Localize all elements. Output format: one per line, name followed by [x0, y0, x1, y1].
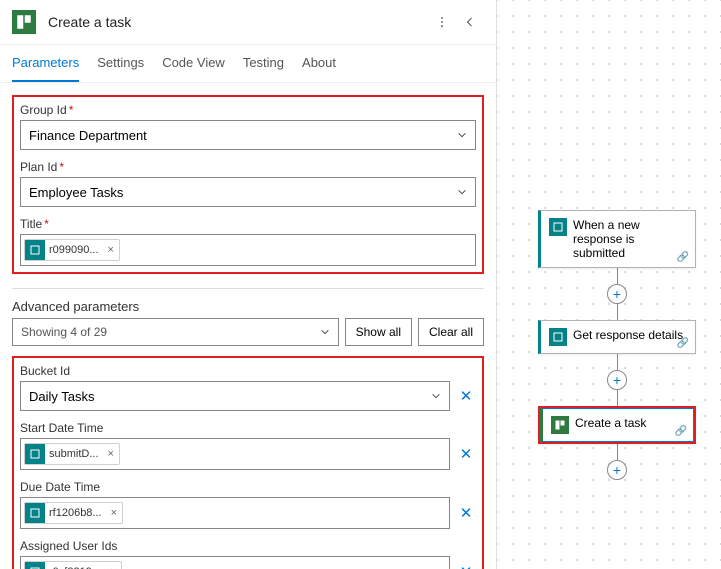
planner-icon: [12, 10, 36, 34]
assigned-users-label: Assigned User Ids: [20, 539, 476, 553]
forms-icon: [549, 218, 567, 236]
forms-icon: [25, 240, 45, 260]
highlight-box-2: Bucket Id Daily Tasks ✕ Start Date Time …: [12, 356, 484, 569]
forms-icon: [549, 328, 567, 346]
bucket-id-label: Bucket Id: [20, 364, 476, 378]
bucket-id-select[interactable]: Daily Tasks: [20, 381, 450, 411]
flow-step-label: When a new response is submitted: [573, 218, 687, 260]
add-step-button[interactable]: +: [607, 284, 627, 304]
more-button[interactable]: [428, 8, 456, 36]
collapse-button[interactable]: [456, 8, 484, 36]
start-date-token[interactable]: submitD... ×: [24, 443, 120, 465]
tab-about[interactable]: About: [302, 55, 336, 82]
assigned-users-token[interactable]: r0cf8219... ×: [24, 561, 122, 569]
start-date-input[interactable]: submitD... ×: [20, 438, 450, 470]
add-step-button[interactable]: +: [607, 370, 627, 390]
forms-icon: [25, 562, 45, 569]
chevron-down-icon: [320, 327, 330, 337]
plan-id-select[interactable]: Employee Tasks: [20, 177, 476, 207]
connector: [617, 304, 618, 320]
flow-step-create-task-selected[interactable]: Create a task 🔗: [538, 406, 696, 444]
start-date-label: Start Date Time: [20, 421, 476, 435]
highlight-box-1: Group Id* Finance Department Plan Id* Em…: [12, 95, 484, 274]
forms-icon: [25, 444, 45, 464]
canvas[interactable]: When a new response is submitted 🔗 + Get…: [497, 0, 721, 569]
tab-parameters[interactable]: Parameters: [12, 55, 79, 82]
chevron-down-icon: [457, 130, 467, 140]
link-icon: 🔗: [677, 338, 689, 349]
assigned-users-input[interactable]: r0cf8219... × ;: [20, 556, 450, 569]
token-suffix: ;: [126, 565, 130, 569]
forms-icon: [25, 503, 45, 523]
token-remove[interactable]: ×: [103, 244, 119, 256]
link-icon: 🔗: [675, 426, 687, 437]
clear-due-date[interactable]: ✕: [456, 504, 476, 522]
tab-settings[interactable]: Settings: [97, 55, 144, 82]
connector: [617, 444, 618, 460]
chevron-down-icon: [457, 187, 467, 197]
clear-start-date[interactable]: ✕: [456, 445, 476, 463]
title-input[interactable]: r099090... ×: [20, 234, 476, 266]
token-remove[interactable]: ×: [106, 507, 122, 519]
flow-step-trigger[interactable]: When a new response is submitted 🔗: [538, 210, 696, 268]
clear-assigned-users[interactable]: ✕: [456, 563, 476, 569]
title-token[interactable]: r099090... ×: [24, 239, 120, 261]
advanced-select[interactable]: Showing 4 of 29: [12, 318, 339, 346]
due-date-input[interactable]: rf1206b8... ×: [20, 497, 450, 529]
flow-step-label: Get response details: [573, 328, 683, 342]
connector: [617, 354, 618, 370]
due-date-token[interactable]: rf1206b8... ×: [24, 502, 123, 524]
link-icon: 🔗: [677, 252, 689, 263]
panel-header: Create a task: [0, 0, 496, 45]
group-id-label: Group Id*: [20, 103, 476, 117]
group-id-select[interactable]: Finance Department: [20, 120, 476, 150]
plan-id-label: Plan Id*: [20, 160, 476, 174]
divider: [12, 288, 484, 289]
tab-testing[interactable]: Testing: [243, 55, 284, 82]
tab-code-view[interactable]: Code View: [162, 55, 225, 82]
flow-step-get-response[interactable]: Get response details 🔗: [538, 320, 696, 354]
planner-icon: [551, 416, 569, 434]
advanced-label: Advanced parameters: [12, 299, 484, 314]
panel-title: Create a task: [48, 14, 428, 30]
clear-bucket-id[interactable]: ✕: [456, 387, 476, 405]
token-remove[interactable]: ×: [103, 448, 119, 460]
clear-all-button[interactable]: Clear all: [418, 318, 484, 346]
add-step-button[interactable]: +: [607, 460, 627, 480]
flow-step-label: Create a task: [575, 416, 646, 434]
show-all-button[interactable]: Show all: [345, 318, 412, 346]
chevron-down-icon: [431, 391, 441, 401]
due-date-label: Due Date Time: [20, 480, 476, 494]
tabs: Parameters Settings Code View Testing Ab…: [0, 45, 496, 83]
connector: [617, 268, 618, 284]
title-label: Title*: [20, 217, 476, 231]
connector: [617, 390, 618, 406]
